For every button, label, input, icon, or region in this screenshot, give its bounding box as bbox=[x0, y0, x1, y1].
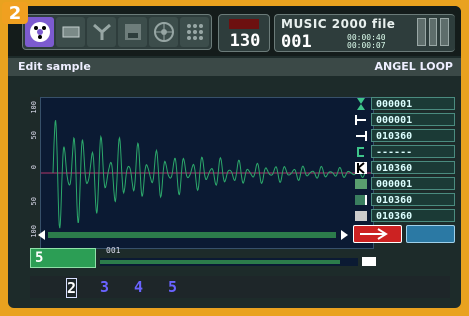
counter-led bbox=[229, 19, 259, 29]
start-point-icon bbox=[353, 113, 369, 127]
position-fill bbox=[100, 260, 340, 264]
param-row[interactable]: 010360 bbox=[353, 192, 455, 207]
file-title: MUSIC 2000 file bbox=[281, 17, 396, 31]
sample-name: ANGEL LOOP bbox=[374, 60, 453, 73]
grid-icon[interactable] bbox=[180, 17, 209, 47]
param-row[interactable]: 010360 bbox=[353, 160, 455, 175]
param-value[interactable]: 000001 bbox=[371, 97, 455, 110]
param-row[interactable]: 000001 bbox=[353, 112, 455, 127]
param-value[interactable]: 010360 bbox=[371, 161, 455, 174]
time-position: 00:00:07 bbox=[347, 41, 386, 50]
copy-button[interactable] bbox=[406, 225, 455, 243]
loop-icon bbox=[353, 145, 369, 159]
loop-start-icon bbox=[353, 161, 369, 175]
save-icon[interactable] bbox=[118, 17, 147, 47]
reel-icon[interactable] bbox=[149, 17, 178, 47]
block-icon[interactable] bbox=[56, 17, 85, 47]
slot-tab-5[interactable]: 5 bbox=[168, 278, 177, 296]
tool-palette bbox=[22, 14, 212, 50]
editor-title: Edit sample bbox=[18, 60, 91, 73]
hourglass-icon bbox=[353, 97, 369, 111]
param-row[interactable]: ------ bbox=[353, 144, 455, 159]
frame: 130 MUSIC 2000 file 001 00:00:40 00:00:0… bbox=[0, 0, 469, 316]
step-number: 2 bbox=[8, 2, 22, 24]
apply-arrow-button[interactable] bbox=[353, 225, 402, 243]
slot-row: 5 001 bbox=[30, 246, 450, 268]
app-screen: 130 MUSIC 2000 file 001 00:00:40 00:00:0… bbox=[8, 6, 461, 308]
counter-value: 130 bbox=[229, 31, 261, 51]
waveform-scrollbar[interactable] bbox=[38, 230, 348, 240]
slot-tab-3[interactable]: 3 bbox=[100, 278, 109, 296]
param-row[interactable]: 010360 bbox=[353, 128, 455, 143]
slot-navigation: 2 3 4 5 bbox=[30, 276, 450, 298]
param-value[interactable]: 000001 bbox=[371, 113, 455, 126]
slot-tab-2[interactable]: 2 bbox=[66, 278, 78, 298]
position-label: 001 bbox=[106, 246, 121, 255]
file-number: 001 bbox=[281, 32, 312, 52]
length-icon bbox=[353, 209, 369, 223]
param-row[interactable]: 000001 bbox=[353, 176, 455, 191]
param-value[interactable]: 010360 bbox=[371, 193, 455, 206]
param-value[interactable]: 010360 bbox=[371, 209, 455, 222]
param-value[interactable]: ------ bbox=[371, 145, 455, 158]
file-info-panel: MUSIC 2000 file 001 00:00:40 00:00:07 bbox=[274, 14, 455, 52]
param-buttons bbox=[353, 225, 455, 243]
loop-fade-icon bbox=[353, 177, 369, 191]
editor-header: Edit sample ANGEL LOOP bbox=[8, 58, 461, 76]
position-bar[interactable] bbox=[100, 258, 358, 266]
mixer-icon[interactable] bbox=[87, 17, 116, 47]
sample-parameters: 000001 000001 010360 ------ 010360 000001 0103… bbox=[353, 96, 455, 243]
slot-selector[interactable]: 5 bbox=[30, 248, 96, 268]
end-point-icon bbox=[353, 129, 369, 143]
param-value[interactable]: 000001 bbox=[371, 177, 455, 190]
param-row[interactable]: 010360 bbox=[353, 208, 455, 223]
param-value[interactable]: 010360 bbox=[371, 129, 455, 142]
slot-tab-4[interactable]: 4 bbox=[134, 278, 143, 296]
param-row[interactable]: 000001 bbox=[353, 96, 455, 111]
transfer-icon[interactable] bbox=[360, 254, 378, 268]
top-bar: 130 MUSIC 2000 file 001 00:00:40 00:00:0… bbox=[8, 6, 461, 56]
waveform-display[interactable] bbox=[40, 97, 374, 249]
step-badge: 2 bbox=[2, 2, 28, 24]
tempo-counter: 130 bbox=[218, 14, 270, 52]
slot-value: 5 bbox=[35, 250, 44, 266]
cd-icon[interactable] bbox=[25, 17, 54, 47]
loop-end-icon bbox=[353, 193, 369, 207]
level-meter bbox=[417, 18, 450, 46]
